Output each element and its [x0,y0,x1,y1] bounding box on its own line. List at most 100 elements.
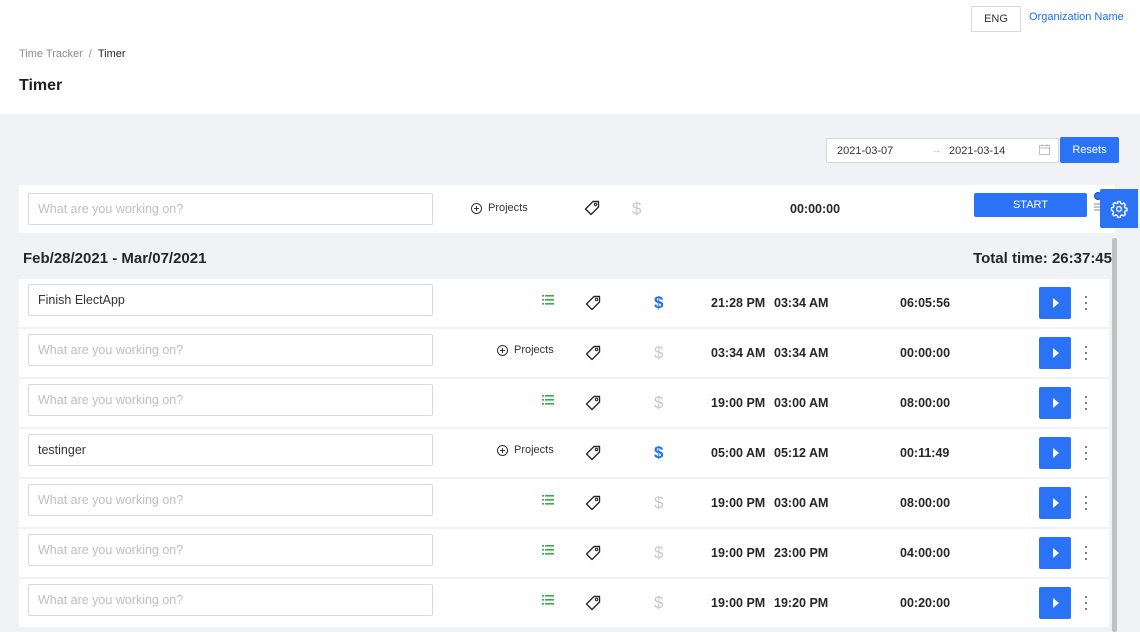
time-entry-row: $19:00 PM 03:00 AM 08:00:00 [19,379,1109,427]
more-options-button[interactable] [1081,445,1091,461]
start-button[interactable]: START [974,193,1087,217]
entry-start-time[interactable]: 19:00 PM [711,396,765,410]
billable-dollar-icon[interactable]: $ [654,543,663,563]
gear-icon [1110,200,1128,218]
entry-duration[interactable]: 00:00:00 [900,346,950,360]
settings-button[interactable] [1100,189,1138,228]
entry-description-input[interactable] [28,434,433,466]
more-dot [1085,346,1087,348]
more-dot [1085,396,1087,398]
language-selector[interactable]: ENG [971,6,1021,32]
more-options-button[interactable] [1081,295,1091,311]
entry-end-time[interactable]: 03:34 AM [774,296,828,310]
project-list-icon[interactable] [542,395,554,405]
time-entry-row: $19:00 PM 23:00 PM 04:00:00 [19,529,1109,577]
entry-start-time[interactable]: 19:00 PM [711,496,765,510]
plus-circle-icon [497,344,508,356]
more-options-button[interactable] [1081,545,1091,561]
tag-icon[interactable] [585,295,601,311]
play-icon [1053,548,1059,558]
continue-entry-button[interactable] [1039,587,1071,619]
week-date-range: Feb/28/2021 - Mar/07/2021 [23,250,207,267]
breadcrumb-time-tracker[interactable]: Time Tracker [19,48,83,60]
entry-description-input[interactable] [28,484,433,516]
entry-duration[interactable]: 06:05:56 [900,296,950,310]
entry-start-time[interactable]: 19:00 PM [711,596,765,610]
new-entry-description-input[interactable] [28,193,433,225]
billable-dollar-icon[interactable]: $ [654,493,663,513]
continue-entry-button[interactable] [1039,487,1071,519]
more-options-button[interactable] [1081,345,1091,361]
continue-entry-button[interactable] [1039,387,1071,419]
more-dot [1085,502,1087,504]
play-icon [1053,498,1059,508]
continue-entry-button[interactable] [1039,537,1071,569]
more-dot [1085,452,1087,454]
entry-end-time[interactable]: 03:00 AM [774,396,828,410]
more-dot [1085,552,1087,554]
entry-description-input[interactable] [28,284,433,316]
project-list-icon[interactable] [542,545,554,555]
time-entry-row: $19:00 PM 03:00 AM 08:00:00 [19,479,1109,527]
tag-icon[interactable] [585,545,601,561]
entry-duration[interactable]: 00:20:00 [900,596,950,610]
entry-start-time[interactable]: 21:28 PM [711,296,765,310]
tag-icon[interactable] [585,345,601,361]
more-dot [1085,358,1087,360]
continue-entry-button[interactable] [1039,437,1071,469]
continue-entry-button[interactable] [1039,337,1071,369]
play-icon [1053,348,1059,358]
more-dot [1085,296,1087,298]
entry-duration[interactable]: 08:00:00 [900,396,950,410]
project-list-icon[interactable] [542,495,554,505]
entry-description-input[interactable] [28,334,433,366]
billable-dollar-icon[interactable]: $ [632,199,641,219]
reset-button[interactable]: Resets [1060,137,1119,163]
organization-link[interactable]: Organization Name [1029,11,1124,23]
billable-dollar-icon[interactable]: $ [654,593,663,613]
date-range-picker[interactable]: 2021-03-07 → 2021-03-14 [826,138,1059,163]
entry-duration[interactable]: 04:00:00 [900,546,950,560]
play-icon [1053,448,1059,458]
entry-end-time[interactable]: 03:34 AM [774,346,828,360]
billable-dollar-icon[interactable]: $ [654,293,663,313]
billable-dollar-icon[interactable]: $ [654,393,663,413]
project-list-icon[interactable] [542,595,554,605]
end-date[interactable]: 2021-03-14 [949,145,1005,157]
billable-dollar-icon[interactable]: $ [654,443,663,463]
time-entry-row: $19:00 PM 19:20 PM 00:20:00 [19,579,1109,627]
plus-circle-icon [471,202,482,214]
entry-description-input[interactable] [28,534,433,566]
entry-end-time[interactable]: 19:20 PM [774,596,828,610]
tag-icon[interactable] [585,395,601,411]
more-dot [1085,446,1087,448]
projects-button[interactable]: Projects [497,344,554,356]
play-icon [1053,598,1059,608]
entry-end-time[interactable]: 23:00 PM [774,546,828,560]
scrollbar[interactable] [1112,238,1117,632]
entry-duration[interactable]: 00:11:49 [900,446,949,460]
tag-icon[interactable] [584,200,600,216]
more-options-button[interactable] [1081,595,1091,611]
entry-description-input[interactable] [28,584,433,616]
entry-duration[interactable]: 08:00:00 [900,496,950,510]
more-options-button[interactable] [1081,495,1091,511]
projects-button[interactable]: Projects [497,444,554,456]
time-entry-row: Projects $05:00 AM 05:12 AM 00:11:49 [19,429,1109,477]
tag-icon[interactable] [585,445,601,461]
entry-start-time[interactable]: 03:34 AM [711,346,765,360]
entry-start-time[interactable]: 05:00 AM [711,446,765,460]
tag-icon[interactable] [585,495,601,511]
billable-dollar-icon[interactable]: $ [654,343,663,363]
start-date[interactable]: 2021-03-07 [837,145,893,157]
more-options-button[interactable] [1081,395,1091,411]
play-icon [1053,298,1059,308]
projects-button[interactable]: Projects [471,202,528,214]
entry-start-time[interactable]: 19:00 PM [711,546,765,560]
entry-description-input[interactable] [28,384,433,416]
entry-end-time[interactable]: 05:12 AM [774,446,828,460]
entry-end-time[interactable]: 03:00 AM [774,496,828,510]
tag-icon[interactable] [585,595,601,611]
project-list-icon[interactable] [542,295,554,305]
continue-entry-button[interactable] [1039,287,1071,319]
